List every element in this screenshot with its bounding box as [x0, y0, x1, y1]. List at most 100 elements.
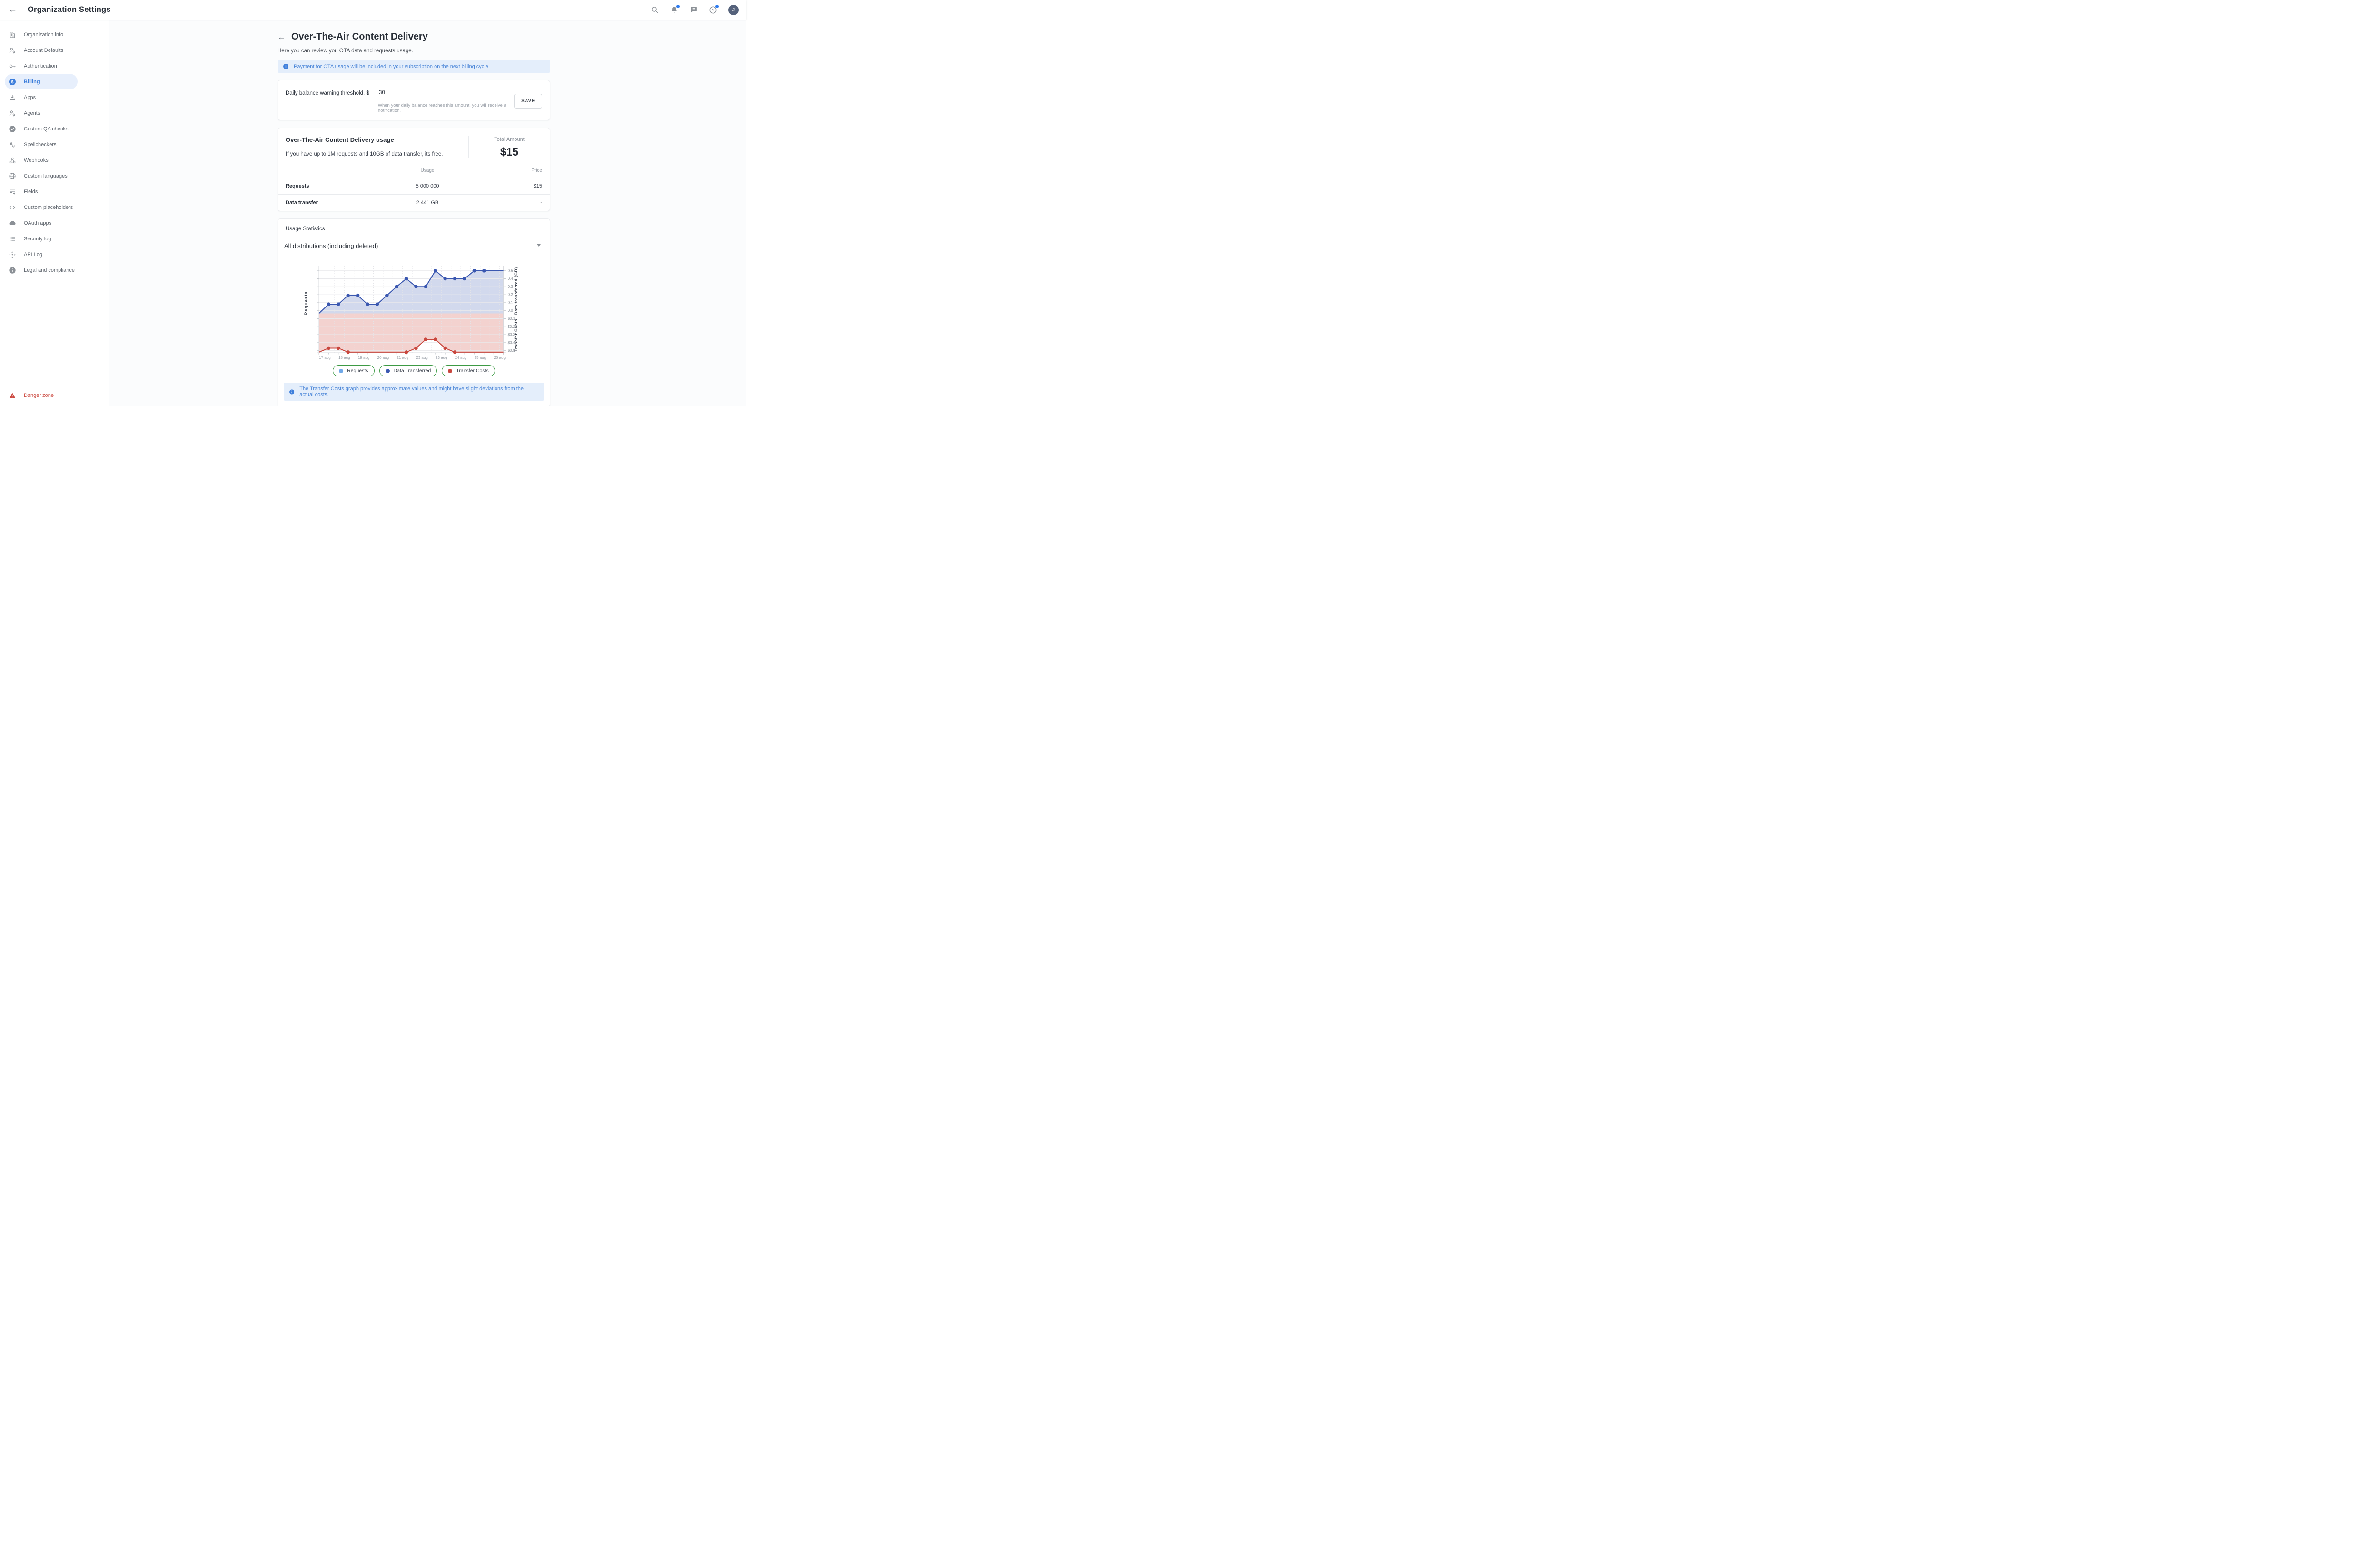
- spellcheck-icon: [9, 141, 16, 149]
- threshold-input[interactable]: 30: [378, 88, 506, 100]
- help-badge: [715, 5, 719, 8]
- svg-text:0.0: 0.0: [508, 308, 514, 313]
- move-arrows-icon: [9, 251, 16, 258]
- globe-icon: [9, 172, 16, 180]
- sidebar-item-label: Agents: [24, 110, 40, 116]
- sidebar-item-label: API Log: [24, 252, 42, 258]
- sidebar-item-label: Legal and compliance: [24, 267, 75, 273]
- avatar[interactable]: J: [728, 5, 739, 15]
- dollar-circle-icon: $: [9, 78, 16, 86]
- legend-toggle-data-transferred[interactable]: Data Transferred: [379, 365, 437, 376]
- legend-label: Transfer Costs: [456, 368, 488, 374]
- help-icon[interactable]: ?: [709, 6, 717, 14]
- topbar-icons: ? J: [650, 5, 739, 15]
- sidebar-item-label: Fields: [24, 189, 38, 195]
- svg-text:25 aug: 25 aug: [475, 356, 486, 360]
- sidebar-item-danger-zone[interactable]: Danger zone: [9, 392, 54, 399]
- webhook-icon: [9, 157, 16, 164]
- sidebar-item-api-log[interactable]: API Log: [5, 247, 78, 262]
- sidebar-item-label: Security log: [24, 236, 51, 242]
- sidebar-item-fields[interactable]: Fields: [5, 184, 78, 199]
- topbar-back-icon[interactable]: ←: [9, 5, 21, 15]
- sidebar-item-label: Billing: [24, 79, 40, 85]
- sidebar-item-custom-placeholders[interactable]: Custom placeholders: [5, 199, 78, 215]
- usage-statistics-title: Usage Statistics: [286, 226, 544, 232]
- sidebar-item-oauth-apps[interactable]: OAuth apps: [5, 215, 78, 231]
- legend-toggle-transfer-costs[interactable]: Transfer Costs: [442, 365, 495, 376]
- messages-icon[interactable]: [689, 6, 698, 14]
- sidebar-item-agents[interactable]: Agents: [5, 105, 78, 121]
- app-title: Organization Settings: [28, 5, 111, 14]
- sidebar-item-label: Custom languages: [24, 173, 68, 179]
- code-brackets-icon: [9, 204, 16, 211]
- sidebar-item-label: Webhooks: [24, 158, 49, 163]
- page-title: Over-The-Air Content Delivery: [291, 31, 428, 42]
- svg-text:0.5: 0.5: [508, 268, 514, 273]
- sidebar: Organization info Account Defaults Authent…: [0, 20, 109, 406]
- payment-info-banner: Payment for OTA usage will be included i…: [278, 60, 550, 73]
- sidebar-item-legal-and-compliance[interactable]: Legal and compliance: [5, 262, 78, 278]
- info-circle-icon: [9, 267, 16, 274]
- sidebar-item-label: Custom QA checks: [24, 126, 69, 132]
- svg-text:23 aug: 23 aug: [416, 356, 427, 360]
- download-icon: [9, 94, 16, 101]
- usage-chart: 0.50.40.30.20.10.0$0.1$0.2$0.3$0.4$0.517…: [277, 261, 544, 363]
- transfer-costs-text: The Transfer Costs graph provides approx…: [299, 386, 539, 397]
- svg-text:23 aug: 23 aug: [436, 356, 447, 360]
- notification-badge: [676, 5, 680, 8]
- chevron-down-icon: [537, 244, 541, 247]
- usage-card: Over-The-Air Content Delivery usage If y…: [278, 128, 550, 211]
- danger-zone-label: Danger zone: [24, 393, 54, 398]
- info-icon: [289, 389, 295, 395]
- total-amount-label: Total Amount: [469, 137, 550, 142]
- sidebar-item-custom-qa-checks[interactable]: Custom QA checks: [5, 121, 78, 137]
- svg-text:0.4: 0.4: [508, 277, 514, 281]
- sidebar-item-billing[interactable]: $ Billing: [5, 74, 78, 89]
- legend-dot: [386, 369, 390, 373]
- key-icon: [9, 62, 16, 70]
- distribution-select[interactable]: All distributions (including deleted): [284, 242, 544, 255]
- svg-text:26 aug: 26 aug: [494, 356, 505, 360]
- info-icon: [283, 63, 289, 69]
- save-button[interactable]: SAVE: [514, 94, 542, 109]
- sidebar-item-account-defaults[interactable]: Account Defaults: [5, 42, 78, 58]
- svg-text:24 aug: 24 aug: [455, 356, 466, 360]
- page-subtitle: Here you can review you OTA data and req…: [278, 48, 550, 54]
- legend-dot: [448, 369, 452, 373]
- page-back-icon[interactable]: ←: [278, 32, 286, 42]
- chart-legend: Requests Data Transferred Transfer Costs: [284, 365, 544, 376]
- sidebar-item-authentication[interactable]: Authentication: [5, 58, 78, 74]
- sidebar-item-spellcheckers[interactable]: Spellcheckers: [5, 137, 78, 152]
- threshold-card: Daily balance warning threshold, $ 30 Wh…: [278, 80, 550, 120]
- user-gear-icon: [9, 47, 16, 54]
- sidebar-item-custom-languages[interactable]: Custom languages: [5, 168, 78, 184]
- row-name: Data transfer: [278, 195, 370, 211]
- transfer-costs-banner: The Transfer Costs graph provides approx…: [284, 383, 544, 401]
- svg-text:0.3: 0.3: [508, 285, 514, 289]
- main-area: ← Over-The-Air Content Delivery Here you…: [109, 20, 746, 406]
- row-usage: 2.441 GB: [370, 195, 485, 211]
- sidebar-item-webhooks[interactable]: Webhooks: [5, 152, 78, 168]
- top-bar: ← Organization Settings ? J: [0, 0, 746, 20]
- svg-text:?: ?: [712, 8, 714, 12]
- user-gear-icon: [9, 109, 16, 117]
- table-row: Data transfer2.441 GB-: [278, 195, 550, 211]
- sidebar-item-organization-info[interactable]: Organization info: [5, 27, 78, 42]
- sidebar-item-label: Account Defaults: [24, 48, 63, 53]
- svg-text:18 aug: 18 aug: [338, 356, 350, 360]
- sidebar-item-label: Spellcheckers: [24, 142, 56, 148]
- cloud-icon: [9, 219, 16, 227]
- svg-text:Requests: Requests: [304, 291, 309, 316]
- sidebar-item-apps[interactable]: Apps: [5, 89, 78, 105]
- notifications-bell-icon[interactable]: [670, 6, 678, 14]
- svg-text:17 aug: 17 aug: [319, 356, 330, 360]
- threshold-label: Daily balance warning threshold, $: [286, 88, 370, 113]
- sidebar-item-security-log[interactable]: Security log: [5, 231, 78, 247]
- payment-info-text: Payment for OTA usage will be included i…: [294, 64, 488, 69]
- usage-column-header: Usage: [370, 164, 485, 178]
- row-price: -: [485, 195, 550, 211]
- legend-toggle-requests[interactable]: Requests: [333, 365, 374, 376]
- chart-svg: 0.50.40.30.20.10.0$0.1$0.2$0.3$0.4$0.517…: [277, 261, 525, 363]
- svg-text:0.2: 0.2: [508, 293, 514, 297]
- search-icon[interactable]: [650, 6, 659, 14]
